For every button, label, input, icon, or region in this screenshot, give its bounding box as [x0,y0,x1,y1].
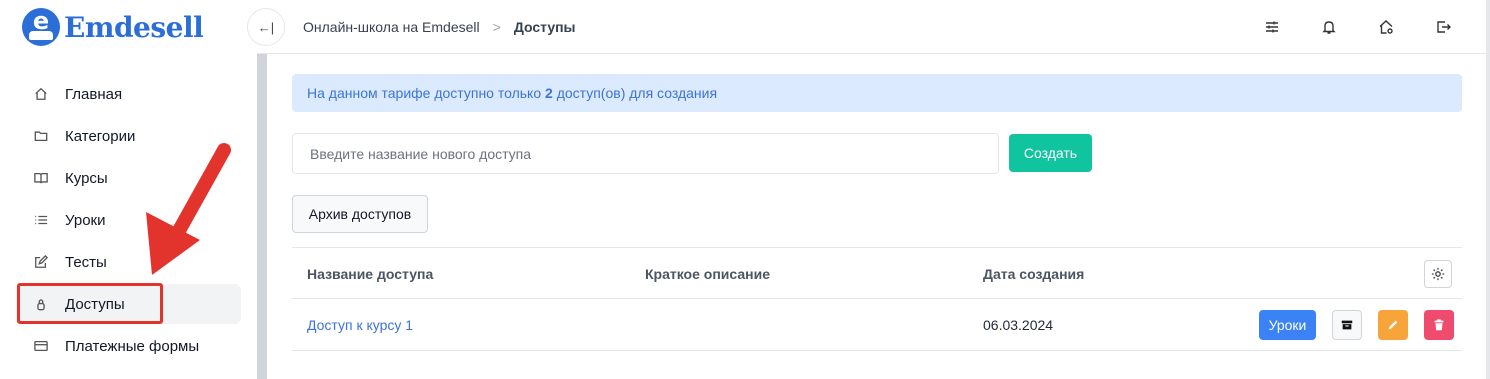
breadcrumb-current: Доступы [513,19,576,35]
sidebar-item-home[interactable]: Главная [16,74,241,114]
access-name-link[interactable]: Доступ к курсу 1 [307,317,413,333]
collapse-sidebar-button[interactable]: ←| [247,8,285,46]
annotation-arrow [146,143,231,275]
brand-logo[interactable]: e Emdesell [22,8,204,46]
breadcrumb: Онлайн-школа на Emdesell > Доступы [303,19,576,35]
sidebar-item-label: Курсы [65,169,108,187]
logo-icon: e [22,8,60,46]
create-button[interactable]: Создать [1009,134,1092,172]
alert-text-suffix: доступ(ов) для создания [552,85,718,101]
sidebar: e Emdesell Главная Категории Курсы Уроки… [0,0,257,379]
new-access-name-input[interactable] [292,133,999,174]
logo-letter: e [32,7,50,35]
column-header-created: Дата создания [983,266,1085,282]
book-icon [34,171,48,185]
breadcrumb-parent[interactable]: Онлайн-школа на Emdesell [303,19,480,35]
bell-icon[interactable] [1320,18,1338,36]
table-settings-button[interactable] [1424,260,1452,288]
list-icon [34,213,48,227]
archive-box-icon [1341,320,1353,330]
sidebar-item-label: Платежные формы [65,337,200,355]
logout-icon[interactable] [1434,18,1452,36]
plan-limit-alert: На данном тарифе доступно только 2 досту… [292,74,1462,112]
lessons-button[interactable]: Уроки [1259,310,1316,340]
home-icon [34,87,48,101]
topbar-actions [1224,18,1452,36]
app-window: e Emdesell Главная Категории Курсы Уроки… [0,0,1490,379]
page-scrollbar[interactable] [1486,0,1490,379]
breadcrumb-separator: > [492,19,501,35]
row-actions: Уроки [1259,310,1454,340]
sliders-icon[interactable] [1263,18,1281,36]
topbar: ←| Онлайн-школа на Emdesell > Доступы [247,0,1490,54]
access-created-date: 06.03.2024 [983,317,1054,333]
edit-square-icon [34,255,48,269]
pencil-icon [1388,320,1398,330]
alert-text-prefix: На данном тарифе доступно только [307,85,546,101]
edit-row-button[interactable] [1378,310,1408,340]
brand-name: Emdesell [64,10,204,44]
access-archive-button[interactable]: Архив доступов [292,195,428,233]
archive-row-button[interactable] [1332,310,1362,340]
column-header-description: Краткое описание [645,266,770,282]
sidebar-item-label: Категории [65,127,136,145]
sidebar-item-label: Тесты [65,253,107,271]
access-table: Название доступа Краткое описание Дата с… [292,247,1462,351]
sidebar-scrollbar[interactable] [257,54,267,379]
folder-icon [34,129,48,143]
annotation-highlight-box [17,283,163,324]
table-row: Доступ к курсу 1 06.03.2024 Уроки [292,299,1462,351]
collapse-sidebar-icon: ←| [257,19,275,35]
credit-card-icon [34,339,48,353]
alert-count: 2 [545,85,553,101]
home-settings-icon[interactable] [1377,18,1395,36]
column-header-name: Название доступа [307,266,434,282]
trash-icon [1434,319,1444,331]
main-content: На данном тарифе доступно только 2 досту… [267,54,1486,379]
sidebar-item-label: Главная [65,85,123,103]
table-header: Название доступа Краткое описание Дата с… [292,247,1462,299]
sidebar-item-payment-forms[interactable]: Платежные формы [16,326,241,366]
sidebar-item-label: Уроки [65,211,106,229]
gear-icon [1431,267,1445,281]
delete-row-button[interactable] [1424,310,1454,340]
